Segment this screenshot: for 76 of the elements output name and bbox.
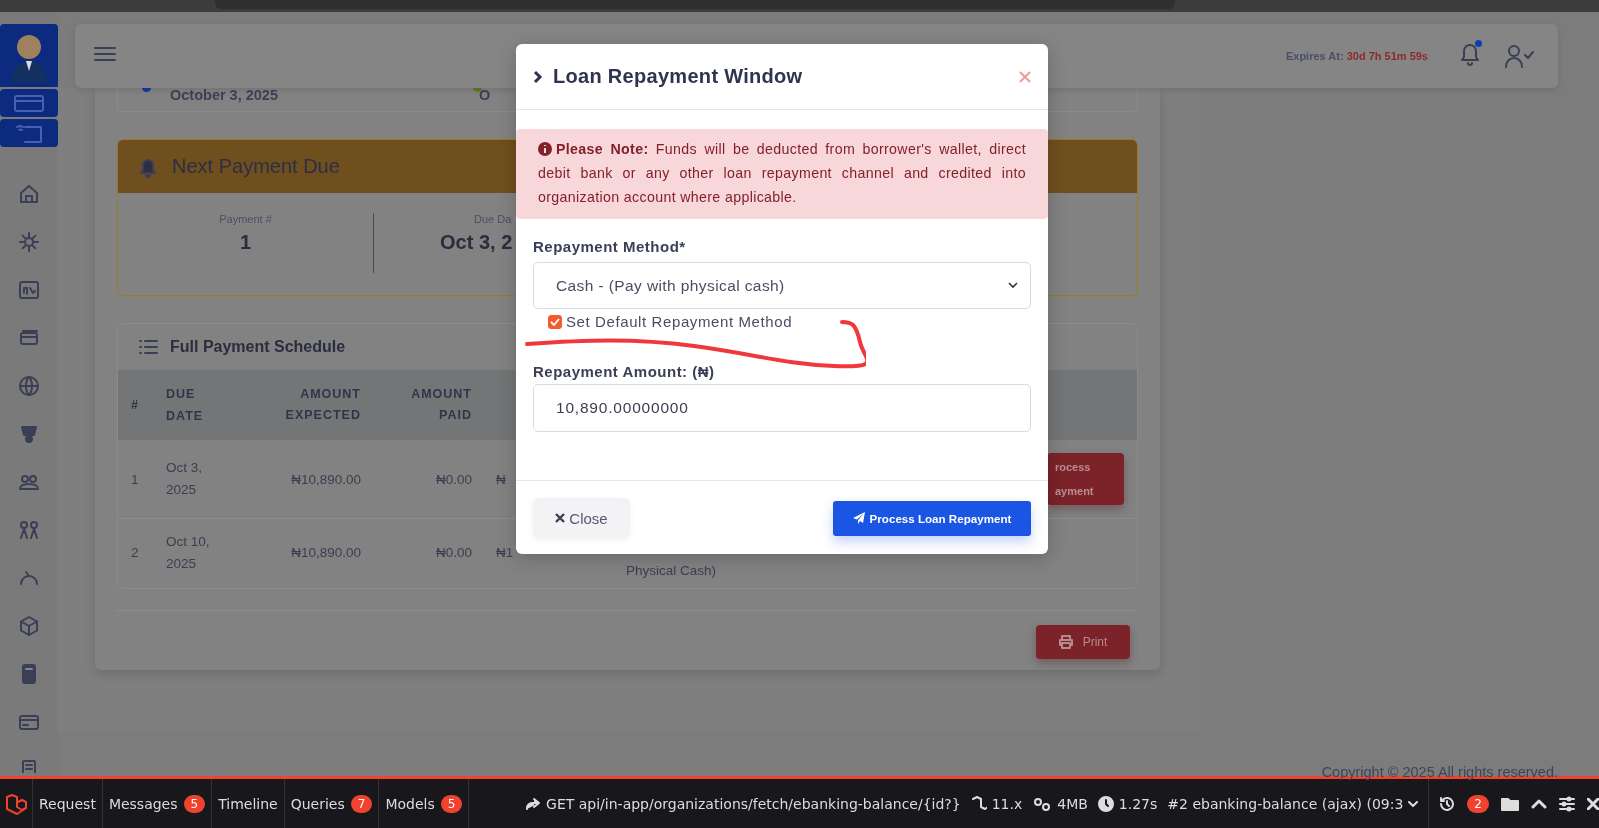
user-avatar[interactable] bbox=[0, 24, 58, 87]
debug-tab[interactable]: Request bbox=[33, 779, 103, 828]
table-cell: ₦ bbox=[496, 471, 506, 487]
gear-icon bbox=[18, 231, 40, 253]
table-cell: ₦1 bbox=[496, 545, 514, 560]
card-title: Next Payment Due bbox=[172, 155, 340, 178]
table-cell: Physical Cash) bbox=[626, 563, 717, 578]
chevron-up-icon[interactable] bbox=[1531, 798, 1547, 809]
table-cell-text: ₦10,890.00 bbox=[290, 471, 361, 487]
send-icon bbox=[852, 512, 865, 524]
copyright-text: Copyright © 2025 All rights reserved. bbox=[1320, 764, 1558, 780]
info-text: O bbox=[479, 88, 491, 103]
column-header: AMOUNT PAID bbox=[410, 386, 472, 424]
route-text: GET api/in-app/organizations/fetch/ebanking-balance/{id?} bbox=[546, 795, 961, 812]
globe-icon bbox=[18, 375, 40, 397]
chevron-down-icon bbox=[1008, 282, 1018, 289]
process-payment-button[interactable]: rocess ayment bbox=[1047, 453, 1124, 505]
column-header: # bbox=[130, 396, 140, 414]
home-icon bbox=[18, 183, 40, 205]
close-icon[interactable] bbox=[1587, 797, 1599, 810]
memory-text: 4MB bbox=[1057, 795, 1088, 812]
chevron-down-icon bbox=[1408, 799, 1419, 808]
modal-title: Loan Repayment Window bbox=[553, 65, 804, 88]
field-value: 1 bbox=[239, 231, 252, 254]
table-cell-text: ₦10,890.00 bbox=[290, 545, 361, 560]
contactless-menu-item[interactable] bbox=[0, 119, 58, 147]
history-icon[interactable] bbox=[1439, 795, 1456, 812]
checkbox[interactable] bbox=[548, 314, 562, 329]
table-cell-text: Oct 10, 2025 bbox=[165, 532, 211, 573]
column-header: DUE DATE bbox=[165, 386, 205, 425]
debug-tab[interactable]: Queries 7 bbox=[284, 779, 380, 828]
card-icon bbox=[13, 93, 45, 113]
repayment-amount-field[interactable]: 10,890.00000000 bbox=[533, 384, 1031, 432]
menu-icon[interactable] bbox=[93, 44, 117, 64]
chevron-icon bbox=[533, 69, 543, 84]
close-button[interactable]: Close bbox=[533, 498, 630, 538]
table-cell-text: Oct 3, 2025 bbox=[165, 459, 203, 499]
clock-icon bbox=[1097, 795, 1114, 812]
bell-icon bbox=[1458, 41, 1482, 67]
duration-text: 1.27s bbox=[1118, 795, 1158, 812]
field-label: Repayment Amount: (₦) bbox=[533, 363, 716, 380]
table-cell-text: ₦0.00 bbox=[434, 545, 472, 560]
version-text: 11.x bbox=[991, 795, 1023, 812]
request-select[interactable]: #2 ebanking-balance (ajax) (09:3 bbox=[1167, 795, 1419, 812]
sliders-icon[interactable] bbox=[1559, 795, 1575, 812]
card-title: Full Payment Schedule bbox=[170, 338, 346, 356]
field-value: Oct 3, 2 bbox=[440, 231, 513, 254]
folder-icon[interactable] bbox=[1501, 796, 1519, 811]
info-icon bbox=[538, 142, 552, 156]
column-header: AMOUNT EXPECTED bbox=[284, 386, 361, 424]
people-icon bbox=[18, 519, 40, 541]
close-icon bbox=[555, 513, 566, 523]
debug-tab[interactable]: Timeline bbox=[212, 779, 285, 828]
card-menu-item[interactable] bbox=[0, 89, 58, 117]
alert-note: Please Note: Funds will be deducted from borrower's wallet, direct debit bank or any other loan repayment channel and credited into organization account where applicable. bbox=[516, 129, 1048, 219]
cube-icon bbox=[18, 615, 40, 637]
process-loan-repayment-button[interactable]: Process Loan Repayment bbox=[833, 500, 1031, 536]
history-count: 2 bbox=[1467, 794, 1489, 813]
field-label: Repayment Method* bbox=[533, 238, 687, 255]
field-label: Payment # bbox=[219, 213, 272, 225]
user-check-icon[interactable] bbox=[1504, 44, 1534, 68]
table-cell-text: 2 bbox=[130, 545, 140, 560]
table-cell-text: ₦0.00 bbox=[434, 471, 472, 487]
debug-tab[interactable]: Messages 5 bbox=[102, 779, 213, 828]
checkbox-label: Set Default Repayment Method bbox=[566, 313, 793, 330]
share-arrow-icon bbox=[525, 796, 542, 811]
debug-tab[interactable]: Models 5 bbox=[379, 779, 470, 828]
lamp-icon bbox=[18, 423, 40, 445]
repayment-method-select[interactable]: Cash - (Pay with physical cash) bbox=[533, 262, 1031, 309]
expiry-countdown: Expires At: 30d 7h 51m 59s bbox=[1285, 50, 1428, 62]
printer-icon bbox=[1058, 635, 1073, 649]
start-date: October 3, 2025 bbox=[170, 88, 278, 103]
chart-box-icon bbox=[18, 279, 40, 301]
table-cell-text: 1 bbox=[130, 471, 140, 487]
list-icon bbox=[138, 338, 158, 356]
contactless-card-icon bbox=[13, 122, 45, 144]
